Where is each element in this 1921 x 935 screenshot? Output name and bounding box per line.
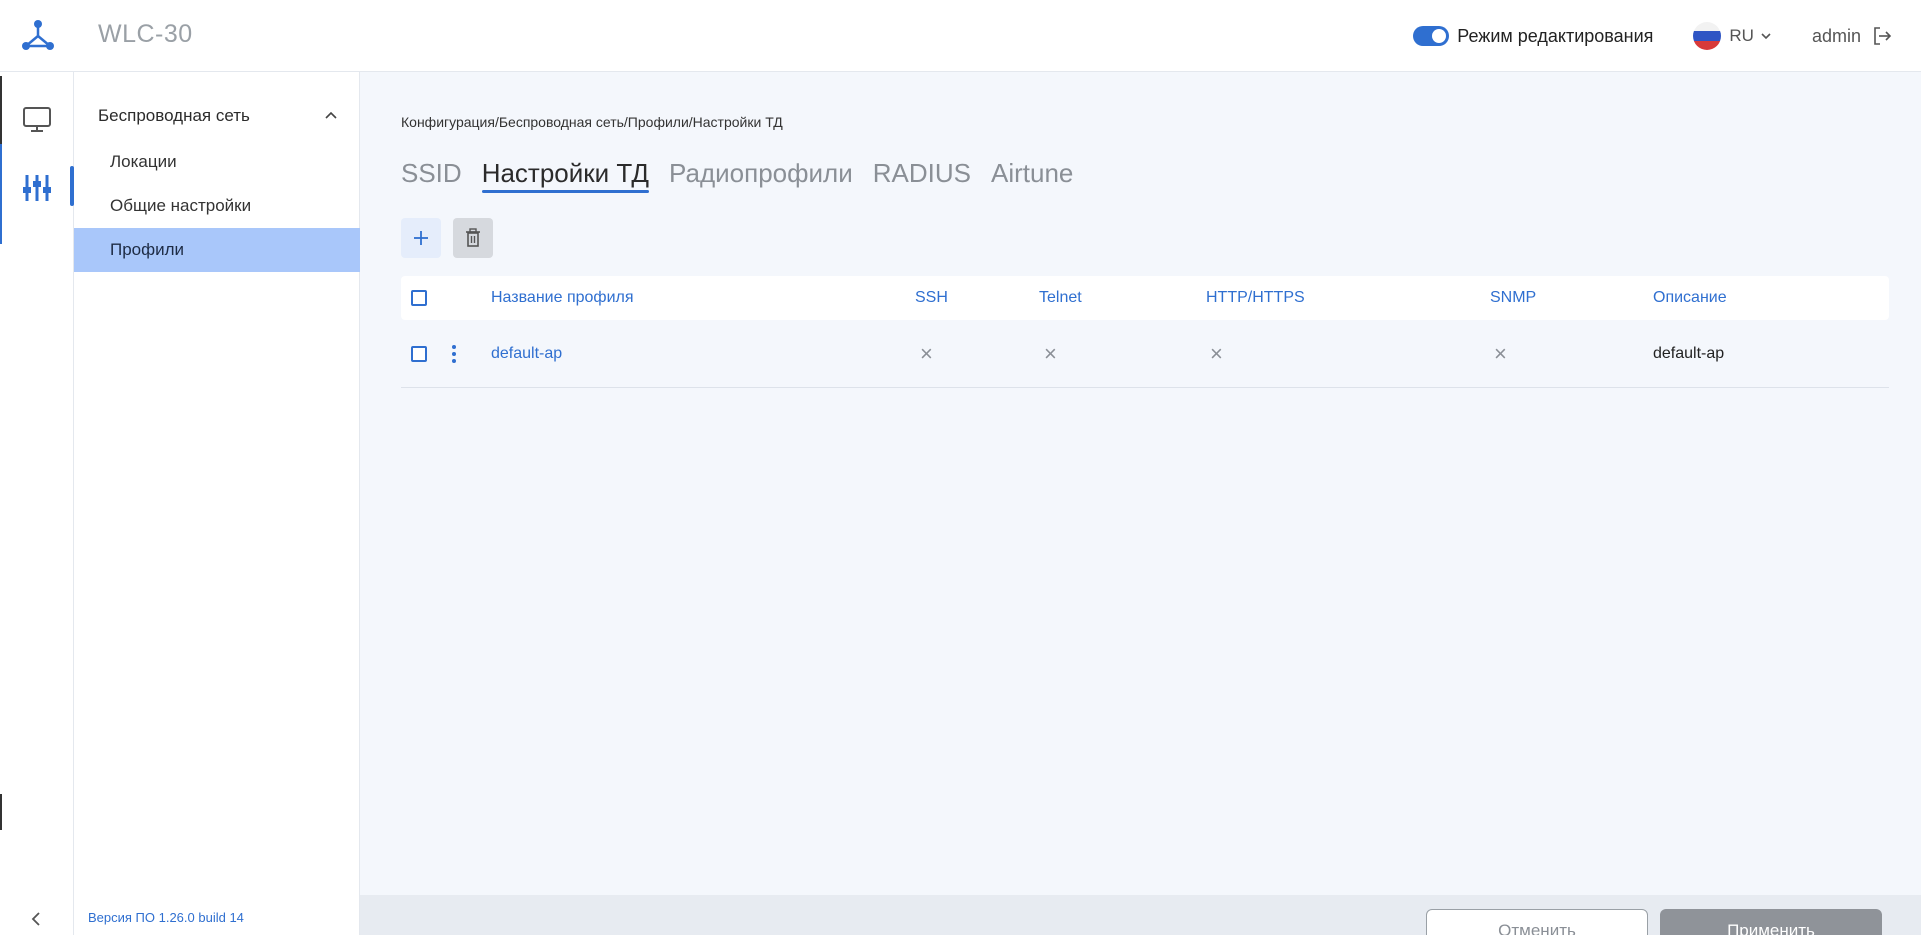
row-select-cell	[411, 320, 427, 387]
kebab-menu-icon[interactable]	[451, 344, 457, 364]
add-button[interactable]	[401, 218, 441, 258]
delete-button[interactable]	[453, 218, 493, 258]
header-controls: Режим редактирования RU admin	[1413, 20, 1893, 52]
tab-ap-settings[interactable]: Настройки ТД	[481, 158, 650, 193]
tab-airtune[interactable]: Airtune	[991, 158, 1073, 193]
snmp-status: ×	[1494, 340, 1507, 366]
monitor-icon	[23, 107, 51, 132]
column-header-ssh[interactable]: SSH	[915, 276, 948, 320]
logout-icon[interactable]	[1871, 25, 1893, 47]
breadcrumb: Конфигурация/Беспроводная сеть/Профили/Н…	[401, 114, 783, 130]
main-content: Конфигурация/Беспроводная сеть/Профили/Н…	[360, 72, 1921, 935]
telnet-status: ×	[1044, 340, 1057, 366]
trash-icon	[466, 228, 480, 247]
profile-name-link[interactable]: default-ap	[491, 320, 562, 387]
sub-sidebar: Беспроводная сеть Локации Общие настройк…	[74, 72, 360, 935]
sidebar-item-profiles[interactable]: Профили	[74, 228, 360, 272]
language-selector[interactable]: RU	[1729, 26, 1754, 46]
sidebar-item-locations[interactable]: Локации	[74, 140, 360, 184]
column-header-http[interactable]: HTTP/HTTPS	[1206, 276, 1305, 320]
table-toolbar	[401, 218, 505, 258]
sidebar-item-general-settings[interactable]: Общие настройки	[74, 184, 360, 228]
tab-bar: SSID Настройки ТД Радиопрофили RADIUS Ai…	[401, 158, 1093, 193]
column-header-telnet[interactable]: Telnet	[1039, 276, 1082, 320]
apply-button[interactable]: Применить	[1660, 909, 1882, 935]
tab-radio-profiles[interactable]: Радиопрофили	[669, 158, 853, 193]
action-footer: Отменить Применить	[360, 895, 1921, 935]
user-name: admin	[1811, 25, 1861, 46]
select-all-cell	[411, 276, 427, 320]
chevron-down-icon[interactable]	[1760, 30, 1772, 42]
table-header: Название профиля SSH Telnet HTTP/HTTPS S…	[401, 276, 1889, 320]
column-header-snmp[interactable]: SNMP	[1490, 276, 1536, 320]
firmware-version: Версия ПО 1.26.0 build 14	[88, 910, 244, 925]
profile-description: default-ap	[1653, 344, 1725, 362]
row-menu-cell	[451, 320, 457, 387]
wireless-section-header[interactable]: Беспроводная сеть	[98, 106, 338, 126]
table-row[interactable]: default-ap × × × × default-ap	[401, 320, 1889, 388]
tab-radius[interactable]: RADIUS	[873, 158, 971, 193]
monitoring-nav[interactable]	[0, 88, 74, 152]
row-checkbox[interactable]	[411, 345, 427, 362]
plus-icon	[414, 231, 428, 245]
section-title: Беспроводная сеть	[98, 106, 250, 125]
cancel-button[interactable]: Отменить	[1426, 909, 1648, 935]
app-title: WLC-30	[98, 20, 193, 48]
edit-mode-label: Режим редактирования	[1457, 25, 1654, 46]
column-header-description[interactable]: Описание	[1653, 276, 1727, 320]
select-all-checkbox[interactable]	[411, 290, 427, 306]
tab-ssid[interactable]: SSID	[401, 158, 462, 193]
column-header-name[interactable]: Название профиля	[491, 276, 634, 320]
profiles-table: Название профиля SSH Telnet HTTP/HTTPS S…	[401, 276, 1889, 388]
chevron-up-icon[interactable]	[324, 109, 338, 123]
ssh-status: ×	[920, 340, 933, 366]
rail-marker	[0, 794, 2, 830]
sliders-icon	[23, 175, 51, 201]
http-status: ×	[1210, 340, 1223, 366]
collapse-icon[interactable]	[28, 911, 44, 927]
logo-icon[interactable]	[18, 18, 58, 54]
edit-mode-toggle[interactable]	[1413, 26, 1450, 46]
icon-rail	[0, 72, 74, 935]
configuration-nav[interactable]	[0, 156, 74, 220]
top-bar: WLC-30 Режим редактирования RU admin	[0, 0, 1921, 72]
russia-flag-icon[interactable]	[1693, 22, 1722, 50]
